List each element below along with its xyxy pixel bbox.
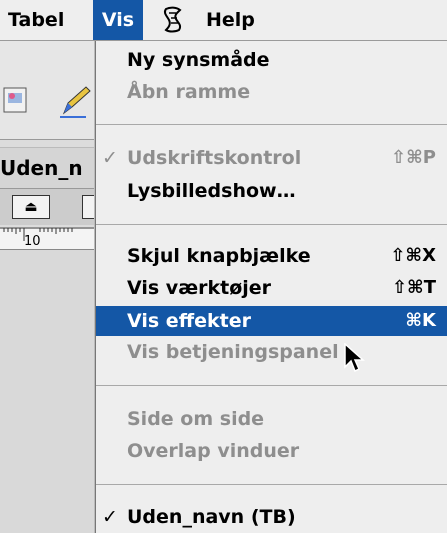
menu-bar: Tabel Vis Help	[0, 0, 447, 41]
button-bar	[0, 41, 100, 140]
menu-tabel[interactable]: Tabel	[0, 0, 72, 40]
menu-item-aabn-ramme: Åbn ramme	[96, 77, 447, 107]
menu-item-shortcut: ⇧⌘P	[391, 147, 436, 168]
menu-item-label: Ny synsmåde	[127, 49, 270, 71]
document-window: Uden_n ⏏ 10	[0, 41, 120, 533]
menu-item-label: Udskriftskontrol	[127, 147, 302, 169]
menu-item-vis-betjeningspanel: Vis betjeningspanel	[96, 337, 447, 367]
menu-item-label: Lysbilledshow…	[127, 180, 296, 202]
menu-item-vis-vaerktoejer[interactable]: Vis værktøjer ⇧⌘T	[96, 273, 447, 303]
menu-item-uden-navn-window[interactable]: ✓ Uden_navn (TB)	[96, 502, 447, 532]
document-area	[0, 250, 100, 533]
menu-item-label: Vis betjeningspanel	[127, 341, 339, 363]
menu-help[interactable]: Help	[198, 0, 263, 40]
menu-item-lysbilledshow[interactable]: Lysbilledshow…	[96, 176, 447, 206]
document-title: Uden_n	[0, 156, 83, 180]
menu-item-shortcut: ⌘K	[405, 310, 436, 331]
vis-dropdown-menu: Ny synsmåde Åbn ramme ✓ Udskriftskontrol…	[95, 41, 447, 533]
menu-vis[interactable]: Vis	[93, 0, 143, 40]
menu-item-ny-synsmaade[interactable]: Ny synsmåde	[96, 45, 447, 75]
mouse-cursor-icon	[344, 342, 366, 377]
menu-item-label: Åbn ramme	[127, 81, 251, 103]
menu-separator	[96, 484, 447, 485]
menu-separator	[96, 385, 447, 386]
menu-item-label: Uden_navn (TB)	[127, 506, 296, 528]
menu-item-shortcut: ⇧⌘T	[391, 277, 436, 298]
menu-item-label: Vis effekter	[127, 310, 251, 332]
check-mark: ✓	[102, 147, 118, 169]
menu-item-overlap-vinduer: Overlap vinduer	[96, 436, 447, 466]
check-mark: ✓	[102, 506, 118, 528]
eject-icon[interactable]: ⏏	[12, 195, 50, 219]
menu-item-label: Skjul knapbjælke	[127, 245, 311, 267]
menu-separator	[96, 224, 447, 225]
menu-item-vis-effekter[interactable]: Vis effekter ⌘K	[96, 306, 447, 336]
pencil-icon[interactable]	[56, 83, 94, 119]
document-icon[interactable]	[2, 85, 30, 115]
scroll-script-icon[interactable]	[156, 0, 190, 40]
menu-item-skjul-knapbjaelke[interactable]: Skjul knapbjælke ⇧⌘X	[96, 241, 447, 271]
menu-item-side-om-side: Side om side	[96, 404, 447, 434]
document-toolbar: ⏏	[0, 189, 120, 225]
ruler: 10	[0, 227, 100, 250]
menu-item-shortcut: ⇧⌘X	[390, 245, 436, 266]
ruler-label: 10	[24, 234, 41, 249]
menu-item-label: Vis værktøjer	[127, 277, 272, 299]
menu-item-label: Overlap vinduer	[127, 440, 300, 462]
menu-separator	[96, 124, 447, 125]
menu-item-label: Side om side	[127, 408, 265, 430]
menu-item-udskriftskontrol: ✓ Udskriftskontrol ⇧⌘P	[96, 143, 447, 173]
document-title-bar[interactable]: Uden_n	[0, 147, 100, 189]
